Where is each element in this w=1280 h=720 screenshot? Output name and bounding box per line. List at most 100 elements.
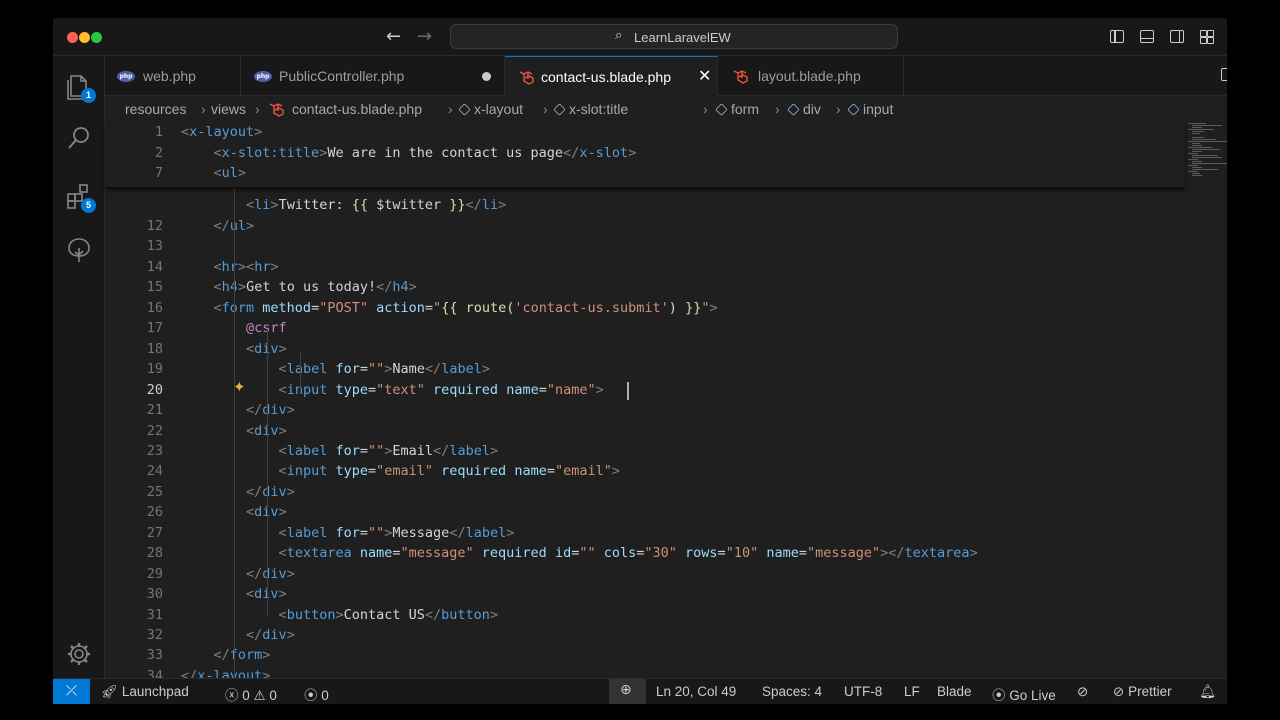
indent-guide <box>300 351 301 391</box>
line-code: <h4>Get to us today!</h4> <box>213 279 417 296</box>
explorer-icon[interactable]: 1 <box>65 72 96 103</box>
breadcrumb-item[interactable]: views <box>211 101 246 117</box>
indentation[interactable]: Spaces: 4 <box>762 684 822 699</box>
notifications-bell-icon[interactable]: 🔔︎ <box>1199 684 1216 700</box>
code-line[interactable]: 16 <form method="POST" action="{{ route(… <box>105 298 1185 318</box>
toggle-panel-icon[interactable] <box>1140 30 1154 43</box>
broadcast-icon: ⦿ <box>992 688 1006 704</box>
line-number: 2 <box>154 144 163 161</box>
line-code: <button>Contact US</button> <box>278 606 499 623</box>
tab-label: web.php <box>143 68 196 84</box>
code-line[interactable]: <li>Twitter: {{ $twitter }}</li> <box>105 195 1185 215</box>
status-bar: ⤫ 🚀︎ Launchpad ⓧ 0 ⚠ 0 ⦿ 0 ⊕ Ln 20, Col … <box>53 678 1227 704</box>
manage-gear-icon[interactable] <box>65 640 93 668</box>
remote-explorer-icon[interactable] <box>65 236 93 264</box>
search-icon[interactable] <box>65 124 93 152</box>
code-line[interactable]: 15 <h4>Get to us today!</h4> <box>105 277 1185 297</box>
code-line[interactable]: 14 <hr><hr> <box>105 257 1185 277</box>
prettier-item[interactable]: ⊘ Prettier <box>1113 684 1172 700</box>
unsaved-dot-icon[interactable] <box>482 72 491 81</box>
editor-tab-bar: php web.php php PublicController.php con… <box>105 56 1227 96</box>
back-arrow-icon[interactable]: ← <box>386 26 401 47</box>
forward-arrow-icon[interactable]: → <box>417 26 432 47</box>
code-line[interactable]: 12 </ul> <box>105 216 1185 236</box>
line-number: 13 <box>146 238 163 255</box>
customize-layout-icon[interactable] <box>1200 30 1214 44</box>
code-line[interactable]: 33 </form> <box>105 645 1185 665</box>
line-number: 15 <box>146 279 163 296</box>
launchpad-label: Launchpad <box>121 684 189 699</box>
split-editor-icon[interactable] <box>1221 68 1227 81</box>
extensions-badge: 5 <box>81 198 96 213</box>
copilot-sparkle-icon[interactable]: ✦ <box>233 378 246 396</box>
code-editor[interactable]: 1 <x-layout> 2 <x-slot:title>We are in the… <box>105 121 1227 684</box>
code-line[interactable]: 13 <box>105 236 1185 256</box>
line-number: 22 <box>146 422 163 439</box>
minimap-line <box>1188 147 1212 148</box>
line-number: 20 <box>146 381 163 398</box>
extensions-icon[interactable]: 5 <box>65 182 96 213</box>
line-number: 26 <box>146 504 163 521</box>
toggle-primary-sidebar-icon[interactable] <box>1110 30 1124 43</box>
close-window-button[interactable] <box>67 32 78 43</box>
text-cursor <box>627 381 629 400</box>
tab-contact-us-blade[interactable]: contact-us.blade.php ✕ <box>505 56 718 96</box>
command-center-search[interactable]: ⌕ LearnLaravelEW <box>450 24 898 49</box>
breadcrumb-label: x-layout <box>474 101 524 117</box>
line-number: 27 <box>146 524 163 541</box>
minimap-line <box>1192 131 1204 132</box>
code-line[interactable]: 2 <x-slot:title>We are in the contact us… <box>105 143 1185 163</box>
breadcrumb-symbol[interactable]: x-layout <box>458 101 524 117</box>
breadcrumb-symbol[interactable]: input <box>847 101 893 117</box>
zoom-icon[interactable]: ⊕ <box>609 679 646 704</box>
warning-icon: ⚠ <box>253 688 266 704</box>
minimap-line <box>1192 161 1202 162</box>
breadcrumb-symbol[interactable]: x-slot:title <box>553 101 628 117</box>
breadcrumb-symbol[interactable]: form <box>715 101 759 117</box>
code-line[interactable]: 32 </div> <box>105 625 1185 645</box>
close-tab-icon[interactable]: ✕ <box>698 66 711 85</box>
tab-web-php[interactable]: php web.php <box>105 56 241 95</box>
sticky-scroll-header[interactable]: 1 <x-layout> 2 <x-slot:title>We are in the… <box>105 121 1185 187</box>
launchpad-item[interactable]: 🚀︎ Launchpad <box>101 684 189 700</box>
element-icon <box>787 103 800 116</box>
minimize-window-button[interactable] <box>79 32 90 43</box>
language-mode[interactable]: Blade <box>937 684 972 699</box>
line-code: </div> <box>246 483 295 500</box>
minimap-line <box>1192 151 1202 152</box>
line-code: </div> <box>246 627 295 643</box>
line-code: <li>Twitter: {{ $twitter }}</li> <box>246 197 507 213</box>
line-number: 21 <box>146 402 163 419</box>
minimap[interactable] <box>1188 121 1227 181</box>
line-number: 18 <box>146 340 163 357</box>
line-number: 24 <box>146 463 163 480</box>
ports-item[interactable]: ⦿ 0 <box>304 684 329 704</box>
cursor-position[interactable]: Ln 20, Col 49 <box>656 684 736 699</box>
breadcrumb-item[interactable]: contact-us.blade.php <box>292 101 422 117</box>
encoding[interactable]: UTF-8 <box>844 684 882 699</box>
end-of-line[interactable]: LF <box>904 684 920 699</box>
line-number: 12 <box>146 218 163 234</box>
code-line[interactable]: 1 <x-layout> <box>105 122 1185 142</box>
tab-public-controller[interactable]: php PublicController.php <box>241 56 505 95</box>
minimap-line <box>1192 157 1222 158</box>
maximize-window-button[interactable] <box>91 32 102 43</box>
tab-layout-blade[interactable]: layout.blade.php <box>718 56 904 95</box>
toggle-secondary-sidebar-icon[interactable] <box>1170 30 1184 43</box>
minimap-line <box>1188 165 1198 166</box>
go-live-item[interactable]: ⦿ Go Live <box>992 684 1056 704</box>
code-line[interactable]: 7 <ul> <box>105 163 1185 183</box>
breadcrumb-symbol[interactable]: div <box>787 101 821 117</box>
minimap-line <box>1188 141 1227 142</box>
breadcrumb-separator: › <box>836 101 841 117</box>
indent-guide <box>234 188 235 678</box>
ports-count: 0 <box>321 688 329 703</box>
problems-item[interactable]: ⓧ 0 ⚠ 0 <box>225 684 277 704</box>
remote-indicator-icon[interactable]: ⤫ <box>53 679 90 704</box>
copilot-status-icon[interactable]: ⊘ <box>1077 684 1088 700</box>
breadcrumb: resources › views › contact-us.blade.php… <box>105 97 1227 121</box>
element-icon <box>458 103 471 116</box>
line-code: <ul> <box>213 165 247 181</box>
line-code: <textarea name="message" required id="" … <box>278 545 978 562</box>
breadcrumb-item[interactable]: resources <box>125 101 186 117</box>
